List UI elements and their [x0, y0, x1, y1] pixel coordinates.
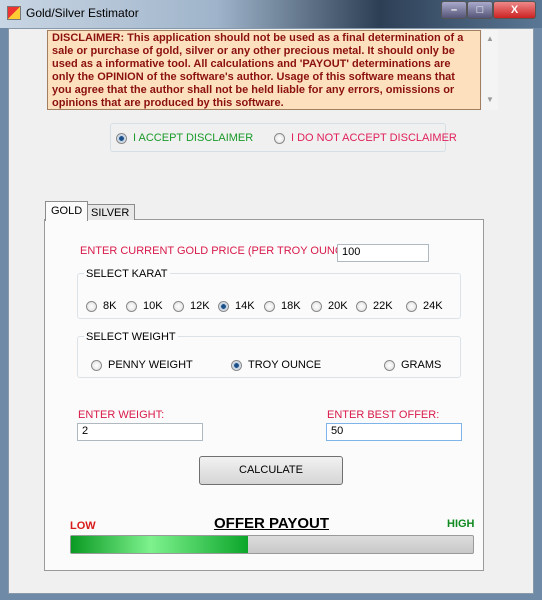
weight-radio-troy-ounce[interactable] [231, 360, 242, 371]
karat-radio-22K[interactable] [356, 301, 367, 312]
reject-radio[interactable] [274, 133, 285, 144]
offer-payout-title: OFFER PAYOUT [214, 515, 330, 532]
weight-radio-penny-weight[interactable] [91, 360, 102, 371]
weight-label-troy-ounce[interactable]: TROY OUNCE [248, 359, 321, 371]
disclaimer-scrollbar[interactable]: ▲ ▼ [482, 30, 498, 110]
accept-radio[interactable] [116, 133, 127, 144]
payout-progress-fill [71, 536, 248, 553]
window-title: Gold/Silver Estimator [26, 6, 139, 20]
karat-label-18K[interactable]: 18K [281, 300, 301, 312]
disclaimer-text: DISCLAIMER: This application should not … [47, 30, 481, 110]
tab-silver[interactable]: SILVER [85, 204, 136, 220]
close-button[interactable]: X [493, 1, 536, 19]
karat-label-10K[interactable]: 10K [143, 300, 163, 312]
best-offer-label: ENTER BEST OFFER: [327, 409, 440, 421]
best-offer-input[interactable]: 50 [326, 423, 462, 441]
karat-label-20K[interactable]: 20K [328, 300, 348, 312]
low-label: LOW [70, 520, 96, 532]
reject-label[interactable]: I DO NOT ACCEPT DISCLAIMER [291, 132, 457, 144]
minimize-button[interactable]: – [441, 1, 467, 19]
karat-radio-20K[interactable] [311, 301, 322, 312]
enter-weight-label: ENTER WEIGHT: [78, 409, 165, 421]
karat-radio-18K[interactable] [264, 301, 275, 312]
karat-label-12K[interactable]: 12K [190, 300, 210, 312]
gold-price-label: ENTER CURRENT GOLD PRICE (PER TROY OUNCE… [80, 245, 357, 257]
karat-label-22K[interactable]: 22K [373, 300, 393, 312]
high-label: HIGH [447, 518, 475, 530]
karat-radio-14K[interactable] [218, 301, 229, 312]
calculate-button[interactable]: CALCULATE [199, 456, 343, 485]
tab-gold[interactable]: GOLD [45, 201, 89, 221]
karat-radio-24K[interactable] [406, 301, 417, 312]
karat-radio-8K[interactable] [86, 301, 97, 312]
gold-price-input[interactable]: 100 [337, 244, 429, 262]
weight-group-label: SELECT WEIGHT [84, 331, 178, 343]
accept-label[interactable]: I ACCEPT DISCLAIMER [133, 132, 253, 144]
weight-input[interactable]: 2 [77, 423, 203, 441]
karat-label-14K[interactable]: 14K [235, 300, 255, 312]
karat-label-8K[interactable]: 8K [103, 300, 116, 312]
weight-radio-grams[interactable] [384, 360, 395, 371]
maximize-button[interactable]: □ [467, 1, 493, 19]
app-icon [7, 6, 21, 20]
weight-label-penny-weight[interactable]: PENNY WEIGHT [108, 359, 193, 371]
karat-radio-10K[interactable] [126, 301, 137, 312]
payout-progress-bar [70, 535, 474, 554]
karat-radio-12K[interactable] [173, 301, 184, 312]
karat-label-24K[interactable]: 24K [423, 300, 443, 312]
weight-label-grams[interactable]: GRAMS [401, 359, 441, 371]
karat-group-label: SELECT KARAT [84, 268, 170, 280]
